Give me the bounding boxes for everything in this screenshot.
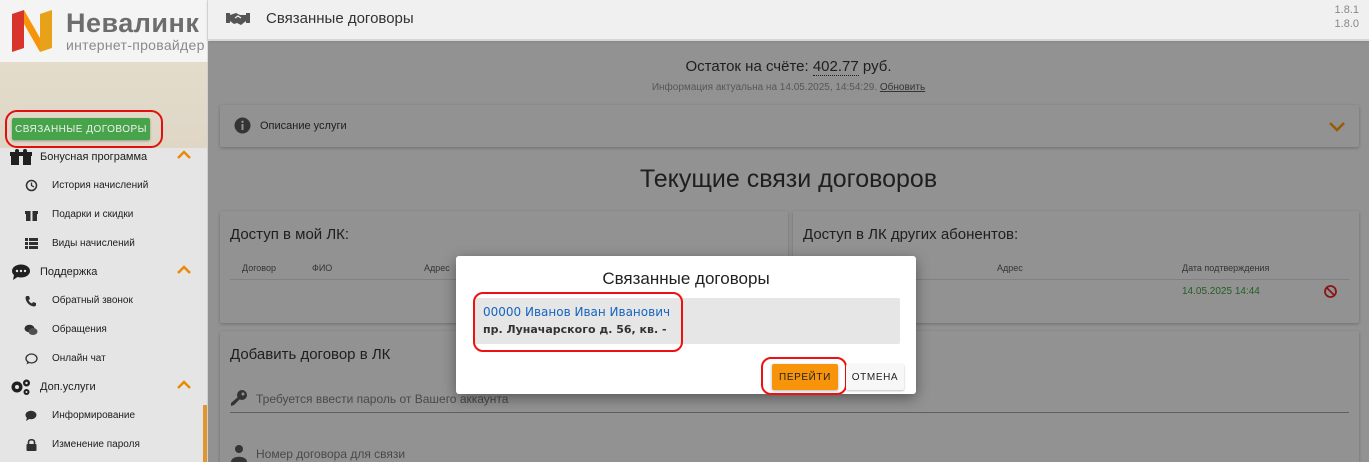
chevron-up-icon[interactable] [177,265,191,275]
sidebar-item-gifts[interactable]: Подарки и скидки [0,200,207,229]
menu-group-bonus: Бонусная программа История начислений По… [0,142,207,258]
sidebar-item-label: Виды начислений [52,238,135,249]
cancel-button[interactable]: ОТМЕНА [846,364,904,390]
sidebar-item-label: Обратный звонок [52,295,133,306]
handshake-icon [226,13,250,25]
sidebar-item-notifications[interactable]: Информирование [0,401,207,430]
sidebar-item-label: Онлайн чат [52,353,106,364]
dialog-title: Связанные договоры [602,269,770,288]
list-icon [24,237,38,251]
sidebar-scrollbar[interactable] [203,405,207,462]
sidebar-item-callback[interactable]: Обратный звонок [0,286,207,315]
version-previous: 1.8.0 [1334,18,1359,30]
sidebar-item-label: Изменение пароля [52,439,140,450]
highlight-ring [473,292,683,352]
sidebar-item-history[interactable]: История начислений [0,171,207,200]
chevron-up-icon[interactable] [177,150,191,160]
sidebar-item-accrual-types[interactable]: Виды начислений [0,229,207,258]
phone-icon [24,294,38,308]
history-icon [24,179,38,193]
sidebar: Невалинк интернет-провайдер СВЯЗАННЫЕ ДО… [0,0,208,462]
version-current: 1.8.1 [1334,4,1359,16]
comments-icon [24,323,38,337]
brand-name: Невалинк [66,8,200,38]
menu-group-extra: Доп.услуги Информирование Изменение паро… [0,372,207,459]
chevron-up-icon[interactable] [177,380,191,390]
linked-contracts-dialog: Связанные договоры 00000 Иванов Иван Ива… [456,256,916,395]
brand-tagline: интернет-провайдер [66,37,205,53]
modal-backdrop[interactable] [208,41,1369,462]
chat-bubble-icon [24,352,38,366]
gears-icon [10,378,32,396]
menu-head-bonus[interactable]: Бонусная программа [0,142,207,171]
menu-head-label: Поддержка [40,265,98,278]
gift-small-icon [24,208,38,222]
sidebar-item-label: Информирование [52,410,136,421]
message-icon [24,409,38,423]
topbar: Связанные договоры 1.8.1 1.8.0 [208,0,1369,40]
chat-icon [10,263,32,281]
sidebar-banner: СВЯЗАННЫЕ ДОГОВОРЫ [0,62,207,148]
gift-icon [10,148,32,166]
menu-head-label: Бонусная программа [40,150,148,163]
sidebar-item-label: Подарки и скидки [52,209,134,220]
menu-head-label: Доп.услуги [40,380,96,393]
highlight-ring [761,357,847,395]
logo-icon [10,8,56,54]
sidebar-item-change-password[interactable]: Изменение пароля [0,430,207,459]
sidebar-item-online-chat[interactable]: Онлайн чат [0,344,207,373]
sidebar-item-label: Обращения [52,324,107,335]
menu-head-support[interactable]: Поддержка [0,257,207,286]
sidebar-item-label: История начислений [52,180,149,191]
menu-group-support: Поддержка Обратный звонок Обращения Онла… [0,257,207,373]
page-title: Связанные договоры [266,10,414,27]
menu-head-extra[interactable]: Доп.услуги [0,372,207,401]
lock-icon [24,438,38,452]
logo-area[interactable]: Невалинк интернет-провайдер [0,0,207,62]
sidebar-item-requests[interactable]: Обращения [0,315,207,344]
